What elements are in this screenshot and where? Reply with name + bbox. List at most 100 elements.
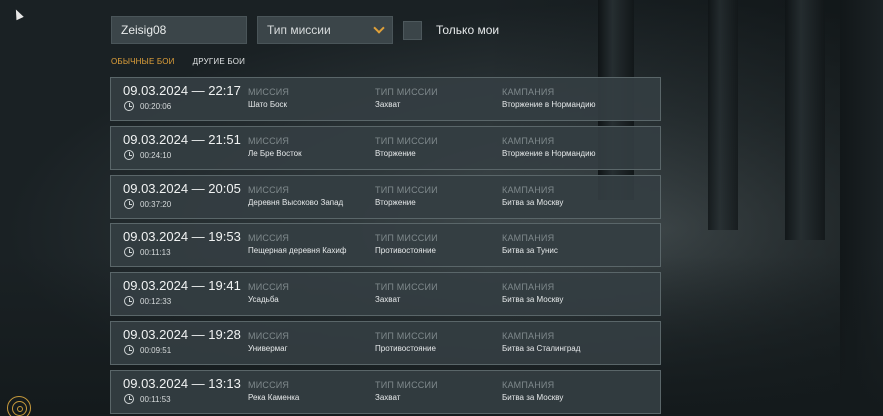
battle-row[interactable]: 09.03.2024 — 13:13 00:11:53 МИССИЯ Река К…	[110, 369, 661, 414]
mission-value: Пещерная деревня Кахиф	[248, 246, 347, 256]
mission-type-value: Вторжение	[375, 197, 416, 207]
mission-type-column: ТИП МИССИИ Вторжение	[375, 136, 438, 158]
mission-type-column: ТИП МИССИИ Захват	[375, 380, 438, 402]
campaign-header: КАМПАНИЯ	[502, 233, 555, 244]
mission-value: Шато Боск	[248, 100, 288, 109]
mission-header: МИССИЯ	[248, 184, 290, 195]
campaign-header: КАМПАНИЯ	[502, 379, 555, 390]
battle-row[interactable]: 09.03.2024 — 19:41 00:12:33 МИССИЯ Усадьб…	[110, 272, 661, 317]
tab-other-battles[interactable]: ДРУГИЕ БОИ	[193, 57, 245, 69]
mission-type-value: Противостояние	[375, 246, 436, 256]
filter-bar: Zeisig08 Тип миссии Только мои	[111, 16, 499, 44]
mission-type-header: ТИП МИССИИ	[375, 282, 438, 293]
battle-duration: 00:11:13	[140, 248, 171, 258]
mission-value: Универмаг	[248, 343, 288, 353]
chevron-down-icon	[373, 22, 385, 34]
mission-type-column: ТИП МИССИИ Противостояние	[375, 233, 438, 255]
campaign-header: КАМПАНИЯ	[502, 330, 555, 341]
campaign-column: КАМПАНИЯ Вторжение в Нормандию	[502, 136, 596, 158]
battle-duration: 00:20:06	[140, 102, 172, 111]
battle-datetime: 09.03.2024 — 13:13	[123, 375, 241, 391]
campaign-header: КАМПАНИЯ	[502, 282, 555, 293]
campaign-value: Вторжение в Нормандию	[502, 148, 596, 158]
player-search-input[interactable]: Zeisig08	[111, 16, 247, 44]
campaign-column: КАМПАНИЯ Битва за Москву	[502, 185, 563, 207]
battle-datetime: 09.03.2024 — 21:51	[123, 131, 241, 147]
mission-column: МИССИЯ Деревня Высоково Запад	[248, 185, 343, 207]
mission-type-value: Противостояние	[375, 343, 436, 353]
player-search-value: Zeisig08	[121, 23, 167, 37]
mission-type-header: ТИП МИССИИ	[375, 233, 438, 244]
battle-row[interactable]: 09.03.2024 — 19:28 00:09:51 МИССИЯ Универ…	[110, 320, 661, 365]
campaign-header: КАМПАНИЯ	[502, 135, 555, 146]
campaign-value: Битва за Тунис	[502, 246, 558, 256]
mission-column: МИССИЯ Усадьба	[248, 282, 289, 304]
mission-type-selected: Тип миссии	[267, 23, 331, 37]
mission-column: МИССИЯ Пещерная деревня Кахиф	[248, 233, 346, 255]
battle-tabs: ОБЫЧНЫЕ БОИ ДРУГИЕ БОИ	[111, 57, 245, 69]
mission-type-header: ТИП МИССИИ	[375, 184, 438, 195]
battle-datetime: 09.03.2024 — 20:05	[123, 180, 241, 196]
mission-type-header: ТИП МИССИИ	[375, 87, 438, 97]
mission-value: Ле Бре Восток	[248, 148, 302, 158]
mission-value: Деревня Высоково Запад	[248, 197, 344, 207]
mission-column: МИССИЯ Универмаг	[248, 331, 289, 353]
campaign-value: Битва за Москву	[502, 392, 564, 402]
battle-datetime: 09.03.2024 — 19:53	[123, 229, 241, 245]
mission-value: Усадьба	[248, 295, 279, 305]
battle-row[interactable]: 09.03.2024 — 20:05 00:37:20 МИССИЯ Деревн…	[110, 174, 661, 219]
clock-icon	[124, 149, 134, 160]
clock-icon	[124, 247, 134, 258]
clock-icon	[124, 101, 134, 111]
battle-duration: 00:24:10	[140, 150, 172, 160]
tab-regular-battles[interactable]: ОБЫЧНЫЕ БОИ	[111, 57, 175, 69]
campaign-column: КАМПАНИЯ Битва за Москву	[502, 282, 563, 304]
campaign-column: КАМПАНИЯ Битва за Тунис	[502, 233, 558, 255]
mission-type-header: ТИП МИССИИ	[375, 379, 438, 390]
battle-duration: 00:11:53	[140, 394, 171, 404]
mission-type-value: Захват	[375, 295, 401, 305]
only-mine-checkbox[interactable]	[403, 20, 422, 40]
clock-icon	[124, 296, 134, 307]
mission-value: Река Каменка	[248, 392, 300, 402]
battle-row[interactable]: 09.03.2024 — 22:17 00:20:06 МИССИЯ Шато Б…	[110, 77, 661, 121]
battle-row[interactable]: 09.03.2024 — 21:51 00:24:10 МИССИЯ Ле Бре…	[110, 125, 661, 170]
battle-duration: 00:37:20	[140, 199, 172, 209]
mission-header: МИССИЯ	[248, 87, 290, 97]
mission-type-header: ТИП МИССИИ	[375, 330, 438, 341]
mission-header: МИССИЯ	[248, 135, 290, 146]
battle-duration: 00:09:51	[140, 345, 172, 355]
campaign-column: КАМПАНИЯ Битва за Москву	[502, 380, 563, 402]
mission-type-value: Захват	[375, 392, 401, 402]
battle-list: 09.03.2024 — 22:17 00:20:06 МИССИЯ Шато Б…	[110, 77, 661, 416]
battle-datetime: 09.03.2024 — 19:28	[123, 326, 241, 342]
mission-type-select[interactable]: Тип миссии	[257, 16, 393, 44]
campaign-header: КАМПАНИЯ	[502, 184, 555, 195]
background-pillar	[785, 0, 825, 240]
mission-type-column: ТИП МИССИИ Захват	[375, 282, 438, 304]
mission-header: МИССИЯ	[248, 233, 290, 244]
battle-duration: 00:12:33	[140, 297, 172, 307]
mission-column: МИССИЯ Река Каменка	[248, 380, 299, 402]
mission-header: МИССИЯ	[248, 282, 290, 293]
mission-type-value: Захват	[375, 100, 401, 109]
campaign-value: Битва за Сталинград	[502, 343, 581, 353]
campaign-column: КАМПАНИЯ Вторжение в Нормандию	[502, 87, 596, 109]
battle-row[interactable]: 09.03.2024 — 19:53 00:11:13 МИССИЯ Пещерн…	[110, 223, 661, 268]
campaign-value: Вторжение в Нормандию	[502, 100, 596, 109]
mission-type-column: ТИП МИССИИ Противостояние	[375, 331, 438, 353]
campaign-value: Битва за Москву	[502, 295, 564, 305]
logo-icon	[7, 396, 31, 416]
campaign-header: КАМПАНИЯ	[502, 87, 555, 97]
clock-icon	[124, 393, 134, 404]
battle-datetime: 09.03.2024 — 22:17	[123, 83, 241, 98]
battle-datetime: 09.03.2024 — 19:41	[123, 278, 241, 294]
clock-icon	[124, 198, 134, 209]
mission-column: МИССИЯ Шато Боск	[248, 87, 289, 109]
mission-type-header: ТИП МИССИИ	[375, 135, 438, 146]
mission-header: МИССИЯ	[248, 379, 290, 390]
mission-header: МИССИЯ	[248, 330, 290, 341]
campaign-value: Битва за Москву	[502, 197, 564, 207]
only-mine-label[interactable]: Только мои	[436, 23, 499, 37]
clock-icon	[124, 344, 134, 355]
